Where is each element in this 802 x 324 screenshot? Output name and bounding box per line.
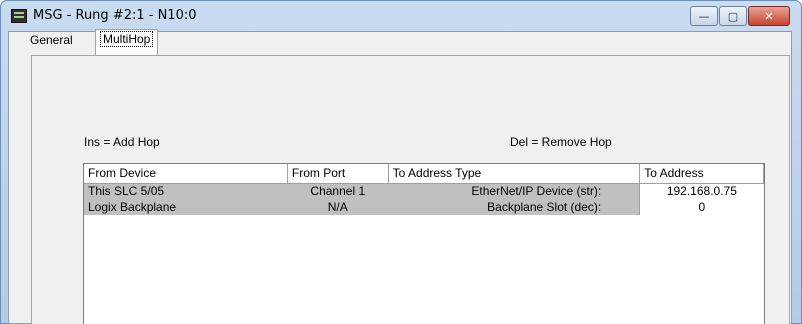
to-address-type-cell: Backplane Slot (dec):	[388, 199, 640, 215]
to-address-input[interactable]: 0	[639, 199, 764, 215]
minimize-button[interactable]: —	[690, 6, 718, 26]
tab-multihop[interactable]: MultiHop	[95, 29, 159, 55]
table-row[interactable]: This SLC 5/05 Channel 1 EtherNet/IP Devi…	[84, 183, 764, 199]
add-hop-hint: Ins = Add Hop	[84, 135, 160, 149]
table-header-row: From Device From Port To Address Type To…	[84, 164, 764, 184]
close-button[interactable]: ✕	[748, 6, 790, 26]
column-header-from-device[interactable]: From Device	[84, 164, 288, 184]
window-title: MSG - Rung #2:1 - N10:0	[33, 8, 197, 23]
tab-multihop-label: MultiHop	[100, 31, 154, 47]
from-device-cell: This SLC 5/05	[84, 183, 288, 199]
maximize-button[interactable]: ▢	[719, 6, 747, 26]
remove-hop-hint: Del = Remove Hop	[510, 135, 612, 149]
to-address-type-cell: EtherNet/IP Device (str):	[388, 183, 640, 199]
column-header-to-address[interactable]: To Address	[639, 164, 764, 184]
msg-app-icon	[11, 9, 27, 23]
from-port-cell: Channel 1	[287, 183, 389, 199]
tab-general-label: General	[30, 33, 73, 47]
hop-table[interactable]: From Device From Port To Address Type To…	[83, 163, 765, 324]
table-row[interactable]: Logix Backplane N/A Backplane Slot (dec)…	[84, 199, 764, 215]
from-device-cell: Logix Backplane	[84, 199, 288, 215]
to-address-input[interactable]: 192.168.0.75	[639, 183, 764, 199]
tab-general[interactable]: General	[26, 31, 77, 51]
column-header-to-address-type[interactable]: To Address Type	[388, 164, 641, 184]
from-port-cell: N/A	[287, 199, 389, 215]
column-header-from-port[interactable]: From Port	[287, 164, 389, 184]
